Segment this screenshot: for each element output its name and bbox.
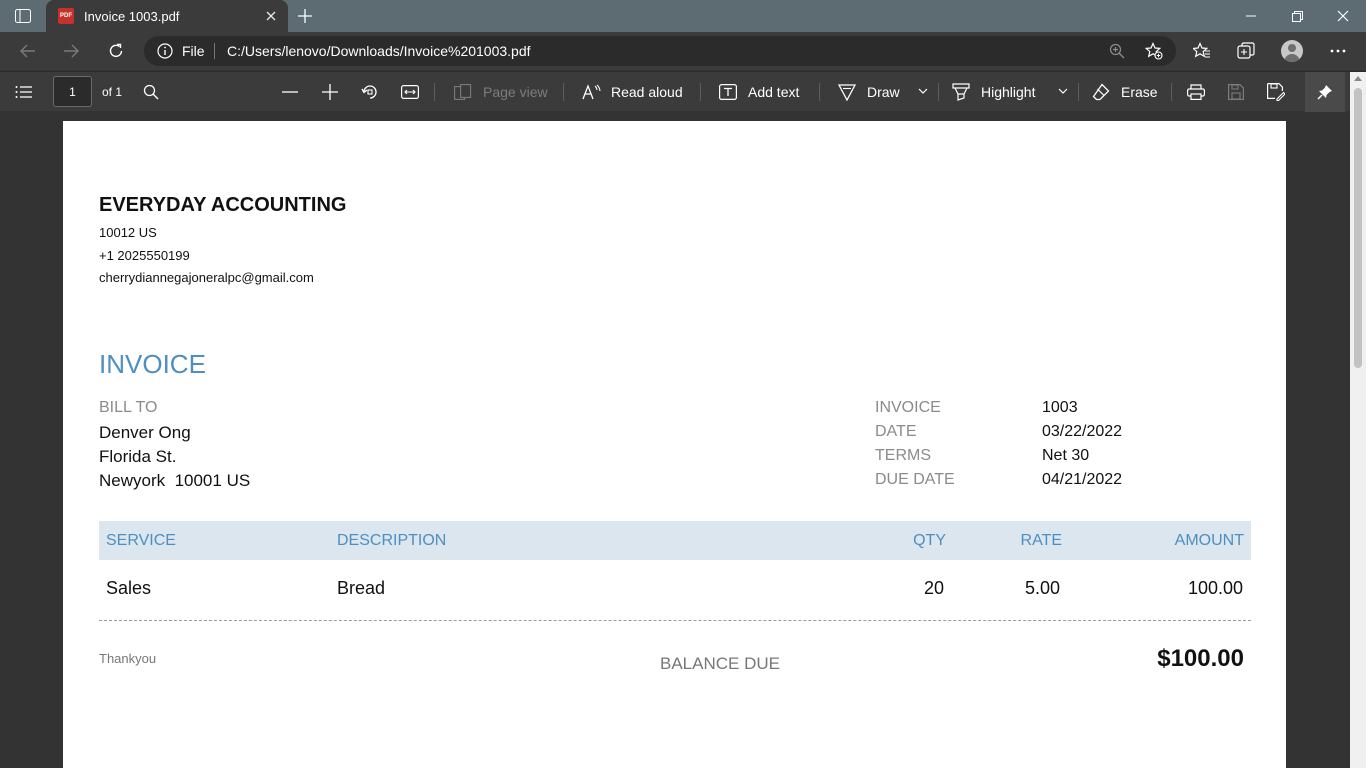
highlight-icon[interactable] [951, 82, 971, 102]
forward-icon[interactable] [57, 37, 85, 65]
terms-label: TERMS [875, 447, 931, 464]
zoom-out-icon[interactable] [280, 82, 300, 102]
zoom-icon[interactable] [1108, 42, 1126, 60]
print-icon[interactable] [1186, 82, 1206, 102]
vertical-scrollbar[interactable] [1350, 72, 1366, 768]
rotate-icon[interactable] [360, 82, 380, 102]
erase-icon[interactable] [1091, 82, 1111, 102]
title-bar: PDF Invoice 1003.pdf [0, 0, 1366, 32]
address-scheme-label: File [182, 43, 205, 59]
rate-column-header: RATE [1020, 532, 1062, 549]
service-cell: Sales [106, 578, 152, 598]
fit-to-width-icon[interactable] [400, 82, 420, 102]
bill-to-city: Newyork 10001 US [99, 471, 251, 490]
add-favorite-icon[interactable] [1145, 42, 1163, 60]
company-phone: +1 2025550199 [99, 248, 190, 263]
service-column-header: SERVICE [106, 532, 176, 549]
company-email: cherrydiannegajoneralpc@gmail.com [99, 270, 314, 285]
invoice-number-value: 1003 [1042, 399, 1078, 416]
address-divider [214, 43, 215, 59]
new-tab-icon[interactable] [294, 5, 316, 27]
due-date-label: DUE DATE [875, 471, 955, 488]
invoice-title: INVOICE [99, 349, 206, 379]
close-window-icon[interactable] [1320, 0, 1366, 32]
address-input[interactable]: File C:/Users/lenovo/Downloads/Invoice%2… [144, 36, 1176, 66]
toolbar-divider [563, 83, 564, 101]
terms-value: Net 30 [1042, 447, 1090, 464]
toolbar-divider [1078, 83, 1079, 101]
date-label: DATE [875, 423, 917, 440]
pdf-toolbar: 1 of 1 Page view Read aloud Add text Dra… [0, 71, 1366, 112]
invoice-number-label: INVOICE [875, 399, 941, 416]
add-text-button[interactable]: Add text [748, 84, 799, 100]
amount-column-header: AMOUNT [1174, 532, 1244, 549]
toolbar-divider [1171, 83, 1172, 101]
scroll-up-arrow-icon[interactable] [1354, 76, 1362, 81]
amount-cell: 100.00 [1187, 578, 1243, 598]
bill-to-name: Denver Ong [99, 423, 191, 442]
back-icon[interactable] [14, 37, 42, 65]
url-text[interactable]: C:/Users/lenovo/Downloads/Invoice%201003… [227, 43, 531, 59]
restore-icon[interactable] [1274, 0, 1320, 32]
balance-due-amount: $100.00 [1157, 645, 1244, 672]
table-header: SERVICE DESCRIPTION QTY RATE AMOUNT [99, 521, 1251, 560]
collections-icon[interactable] [1236, 41, 1256, 61]
read-aloud-button[interactable]: Read aloud [611, 84, 683, 100]
draw-button[interactable]: Draw [867, 84, 900, 100]
favorites-icon[interactable] [1192, 41, 1212, 61]
toolbar-divider [434, 83, 435, 101]
search-icon[interactable] [141, 82, 161, 102]
minimize-icon[interactable] [1228, 0, 1274, 32]
due-date-value: 04/21/2022 [1042, 471, 1123, 488]
highlight-options-chevron-icon[interactable] [1057, 85, 1069, 97]
divider-line [99, 620, 1251, 621]
save-icon[interactable] [1226, 82, 1246, 102]
toolbar-divider [938, 83, 939, 101]
refresh-icon[interactable] [102, 37, 130, 65]
erase-button[interactable]: Erase [1121, 84, 1158, 100]
tab-actions-icon[interactable] [14, 8, 32, 24]
scrollbar-thumb[interactable] [1354, 88, 1362, 368]
description-column-header: DESCRIPTION [337, 532, 447, 549]
table-of-contents-icon[interactable] [14, 82, 34, 102]
highlight-button[interactable]: Highlight [981, 84, 1035, 100]
address-bar: File C:/Users/lenovo/Downloads/Invoice%2… [0, 32, 1366, 70]
company-name: EVERYDAY ACCOUNTING [99, 194, 347, 216]
more-options-icon[interactable] [1328, 41, 1348, 61]
save-as-icon[interactable] [1266, 82, 1286, 102]
draw-options-chevron-icon[interactable] [917, 85, 929, 97]
site-info-icon[interactable] [157, 43, 173, 59]
add-text-icon[interactable] [718, 82, 738, 102]
page-number-input[interactable]: 1 [53, 76, 92, 107]
date-value: 03/22/2022 [1042, 423, 1123, 440]
description-cell: Bread [337, 578, 386, 598]
bill-to-street: Florida St. [99, 447, 177, 466]
rate-cell: 5.00 [1024, 578, 1060, 598]
balance-due-label: BALANCE DUE [660, 654, 780, 673]
tab-title: Invoice 1003.pdf [84, 8, 180, 24]
toolbar-divider [819, 83, 820, 101]
qty-column-header: QTY [913, 532, 946, 549]
company-address: 10012 US [99, 225, 157, 240]
profile-avatar[interactable] [1281, 40, 1303, 62]
draw-icon[interactable] [837, 82, 857, 102]
zoom-in-icon[interactable] [320, 82, 340, 102]
pin-toolbar-icon[interactable] [1305, 72, 1345, 112]
pdf-page: EVERYDAY ACCOUNTING 10012 US +1 20255501… [63, 121, 1286, 768]
pdf-file-icon: PDF [58, 8, 74, 24]
close-tab-icon[interactable] [262, 7, 280, 25]
page-count-label: of 1 [102, 85, 123, 99]
invoice-note: Thankyou [99, 651, 157, 666]
read-aloud-icon[interactable] [582, 82, 602, 102]
page-view-icon[interactable] [453, 82, 473, 102]
qty-cell: 20 [923, 578, 944, 598]
toolbar-divider [700, 83, 701, 101]
page-view-button[interactable]: Page view [483, 84, 548, 100]
bill-to-label: BILL TO [99, 399, 158, 416]
browser-tab[interactable]: PDF Invoice 1003.pdf [46, 0, 288, 32]
